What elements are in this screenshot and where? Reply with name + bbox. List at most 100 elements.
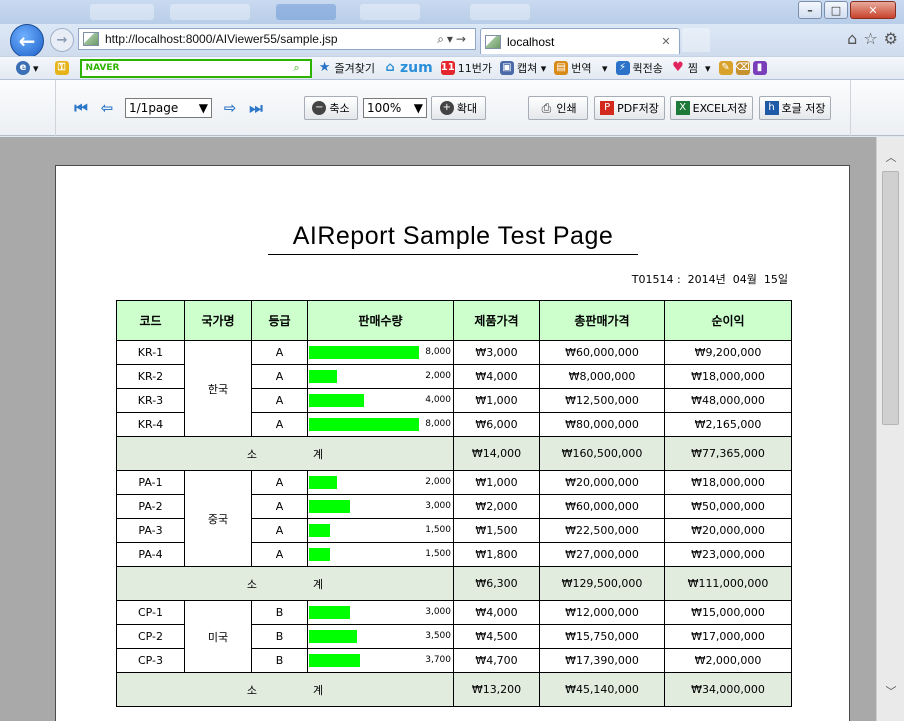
table-row: PA-1 중국 A 2,000 ₩1,000 ₩20,000,000 ₩18,000,000: [116, 470, 792, 567]
zoom-out-button[interactable]: − 축소: [304, 96, 358, 120]
new-tab-button[interactable]: [682, 28, 710, 52]
profit-cell: ₩23,000,000: [664, 542, 792, 567]
total-cell: ₩60,000,000: [539, 340, 665, 365]
first-page-button[interactable]: ⏮: [71, 99, 91, 117]
page-select[interactable]: 1/1page ▼: [125, 98, 212, 118]
plus-icon: +: [439, 101, 454, 115]
profit-cell: ₩2,000,000: [664, 648, 792, 673]
translate-menu[interactable]: ▤ 번역 ▾: [554, 60, 608, 76]
grade-cell: A: [251, 412, 308, 437]
toolbar-divider: [55, 80, 56, 136]
code-cell: CP-2: [116, 624, 185, 649]
subtotal-label: 소계: [116, 566, 454, 601]
quantity-bar: [309, 346, 419, 359]
total-cell: ₩80,000,000: [539, 412, 665, 437]
column-header: 총판매가격: [539, 300, 665, 341]
quantity-value: 2,000: [425, 371, 451, 381]
save-hwp-label: 호글 저장: [781, 102, 826, 115]
subtotal-label-2: 계: [313, 577, 324, 591]
addon-icons[interactable]: ✎ ⌫ ▮: [718, 61, 770, 75]
quantity-bar: [309, 418, 419, 431]
grade-cell: B: [251, 648, 308, 673]
naver-search-box[interactable]: NAVER ⌕: [79, 58, 312, 78]
address-search-icon[interactable]: ⌕▾→: [437, 32, 469, 47]
quantity-cell: 3,700: [307, 648, 454, 673]
quantity-value: 2,000: [425, 477, 451, 487]
address-url[interactable]: http://localhost:8000/AIViewer55/sample.…: [105, 32, 437, 46]
last-page-button[interactable]: ⏭: [246, 99, 266, 117]
quick-send-link[interactable]: ⚡ 퀵전송: [615, 60, 663, 76]
quantity-bar: [309, 476, 337, 489]
close-icon: ✕: [868, 3, 878, 17]
address-bar[interactable]: http://localhost:8000/AIViewer55/sample.…: [78, 28, 476, 50]
total-cell: ₩22,500,000: [539, 518, 665, 543]
11st-link[interactable]: 11 11번가: [440, 60, 492, 76]
zum-link[interactable]: ⌂ zum: [383, 60, 432, 76]
grade-cell: A: [251, 518, 308, 543]
tab-close-icon[interactable]: ✕: [659, 35, 673, 48]
maximize-button[interactable]: □: [824, 1, 848, 19]
vertical-scrollbar[interactable]: ︿ ﹀: [876, 137, 904, 721]
wishlist-label: 찜: [687, 62, 699, 75]
quantity-bar: [309, 500, 350, 513]
first-page-icon: ⏮: [74, 99, 88, 117]
excel-icon: X: [675, 101, 690, 115]
printer-icon: ⎙: [541, 101, 552, 115]
zoom-select[interactable]: 100% ▼: [363, 98, 427, 118]
print-button[interactable]: ⎙ 인쇄: [528, 96, 588, 120]
save-excel-button[interactable]: X EXCEL저장: [670, 96, 753, 120]
scroll-down-icon[interactable]: ﹀: [884, 685, 898, 699]
report-date: T01514 : 2014년 04월 15일: [631, 273, 788, 286]
background-tab: [360, 4, 420, 20]
price-cell: ₩2,000: [453, 494, 540, 519]
quantity-bar: [309, 654, 360, 667]
quantity-bar: [309, 548, 330, 561]
forward-button[interactable]: →: [50, 28, 74, 52]
hwp-icon: h: [764, 101, 779, 115]
total-cell: ₩12,500,000: [539, 388, 665, 413]
table-row: CP-1 미국 B 3,000 ₩4,000 ₩12,000,000 ₩15,000,000: [116, 600, 792, 673]
minimize-button[interactable]: –: [798, 1, 822, 19]
scroll-up-icon[interactable]: ︿: [884, 151, 898, 165]
prev-page-button[interactable]: ⇦: [97, 99, 117, 117]
command-bar: e ▾ ⚿ NAVER ⌕ ★ 즐겨찾기 ⌂ zum 11 11번가 ▣ 캡쳐 ▾…: [0, 56, 904, 80]
zoom-in-button[interactable]: + 확대: [431, 96, 486, 120]
close-window-button[interactable]: ✕: [850, 1, 896, 19]
scrollbar-thumb[interactable]: [882, 171, 899, 425]
favorites-star-icon[interactable]: ☆: [863, 29, 877, 48]
price-cell: ₩3,000: [453, 340, 540, 365]
save-hwp-button[interactable]: h 호글 저장: [759, 96, 831, 120]
wishlist-menu[interactable]: ♥ 찜 ▾: [671, 60, 710, 76]
next-page-button[interactable]: ⇨: [220, 99, 240, 117]
toolbar-divider: [850, 80, 851, 136]
subtotal-total: ₩160,500,000: [539, 436, 665, 471]
quantity-value: 3,700: [425, 655, 451, 665]
quantity-cell: 8,000: [307, 340, 454, 365]
price-cell: ₩4,000: [453, 600, 540, 625]
home-icon[interactable]: ⌂: [847, 29, 857, 48]
price-cell: ₩6,000: [453, 412, 540, 437]
quantity-bar: [309, 606, 350, 619]
search-provider-button[interactable]: e ▾: [16, 61, 39, 75]
code-cell: KR-3: [116, 388, 185, 413]
capture-menu[interactable]: ▣ 캡쳐 ▾: [499, 60, 546, 76]
search-icon[interactable]: ⌕: [294, 61, 310, 75]
total-cell: ₩27,000,000: [539, 542, 665, 567]
save-pdf-button[interactable]: P PDF저장: [594, 96, 665, 120]
maximize-icon: □: [830, 3, 842, 17]
arrow-left-icon: ⇦: [100, 99, 114, 117]
subtotal-row: 소 계 ₩14,000 ₩160,500,000 ₩77,365,000: [116, 436, 792, 471]
back-button[interactable]: ←: [10, 24, 44, 58]
tab-localhost[interactable]: localhost ✕: [480, 28, 680, 54]
column-header: 코드: [116, 300, 185, 341]
report-title: AIReport Sample Test Page: [292, 222, 614, 250]
chevron-down-icon: ▼: [198, 101, 208, 115]
quantity-value: 1,500: [425, 549, 451, 559]
favorites-link[interactable]: ★ 즐겨찾기: [318, 60, 375, 76]
gear-icon[interactable]: ⚙: [884, 29, 898, 48]
background-tab: [470, 4, 530, 20]
subtotal-profit: ₩77,365,000: [664, 436, 792, 471]
quantity-bar: [309, 524, 330, 537]
password-key-button[interactable]: ⚿: [54, 61, 72, 75]
save-pdf-label: PDF저장: [617, 102, 659, 115]
